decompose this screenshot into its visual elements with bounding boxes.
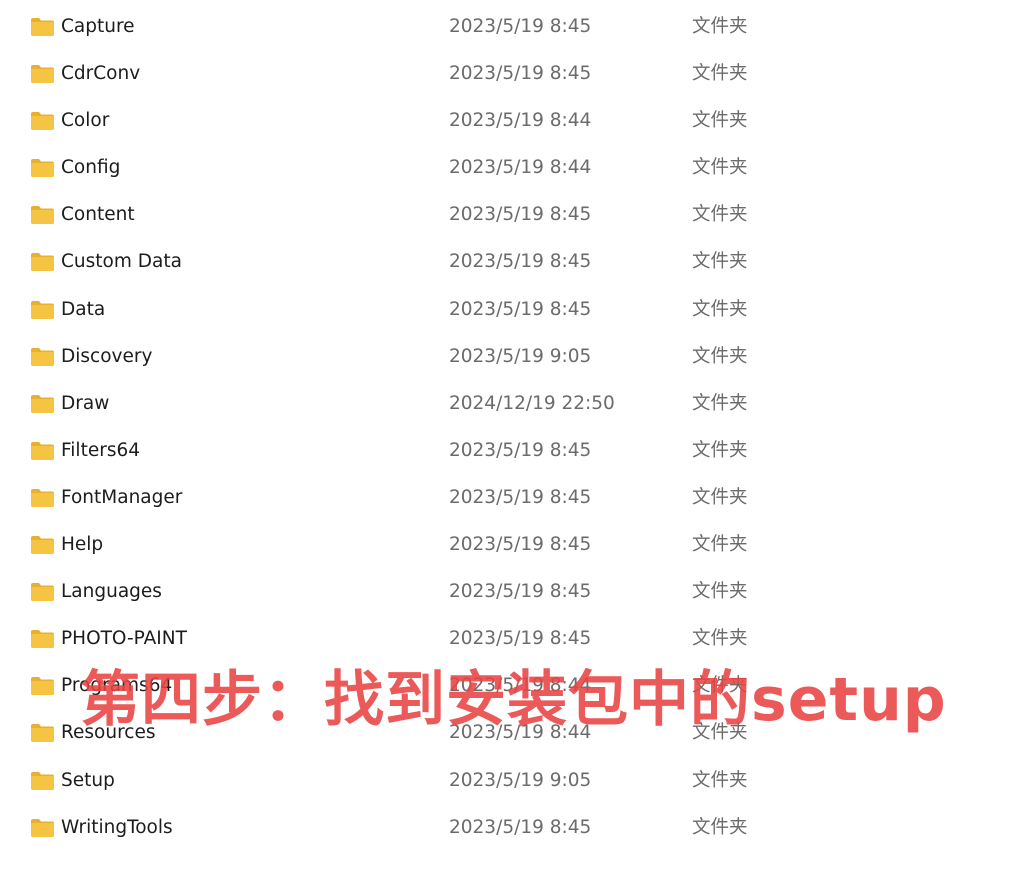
list-item[interactable]: Help 2023/5/19 8:45 文件夹: [0, 522, 1026, 569]
folder-icon: [31, 677, 54, 696]
file-type: 文件夹: [692, 110, 748, 132]
folder-icon: [31, 112, 54, 131]
modified-date: 2023/5/19 8:44: [449, 157, 592, 179]
list-item[interactable]: Data 2023/5/19 8:45 文件夹: [0, 287, 1026, 334]
list-item[interactable]: Content 2023/5/19 8:45 文件夹: [0, 192, 1026, 239]
folder-icon: [31, 347, 54, 366]
file-type: 文件夹: [692, 16, 748, 37]
file-type: 文件夹: [692, 769, 748, 791]
file-name: Discovery: [61, 345, 153, 367]
folder-icon: [31, 18, 54, 36]
file-type: 文件夹: [692, 439, 748, 461]
modified-date: 2023/5/19 8:45: [449, 63, 592, 85]
folder-icon: [31, 630, 54, 649]
list-item[interactable]: Filters64 2023/5/19 8:45 文件夹: [0, 428, 1026, 475]
modified-date: 2023/5/19 8:45: [449, 534, 592, 556]
list-item[interactable]: Color 2023/5/19 8:44 文件夹: [0, 98, 1026, 145]
modified-date: 2023/5/19 8:44: [449, 110, 592, 132]
modified-date: 2023/5/19 8:45: [449, 16, 592, 37]
file-name: Color: [61, 110, 110, 132]
folder-icon: [31, 771, 54, 790]
folder-icon: [31, 818, 54, 837]
step-caption: 第四步：找到安装包中的setup: [80, 665, 947, 735]
modified-date: 2023/5/19 8:45: [449, 439, 592, 461]
folder-icon: [31, 488, 54, 507]
modified-date: 2023/5/19 8:45: [449, 628, 592, 650]
file-name: Data: [61, 298, 106, 320]
list-item[interactable]: Capture 2023/5/19 8:45 文件夹: [0, 4, 1026, 51]
folder-icon: [31, 441, 54, 460]
list-item[interactable]: Custom Data 2023/5/19 8:45 文件夹: [0, 239, 1026, 286]
list-item[interactable]: WritingTools 2023/5/19 8:45 文件夹: [0, 805, 1026, 852]
folder-icon: [31, 65, 54, 84]
file-name: Languages: [61, 581, 162, 603]
file-type: 文件夹: [692, 628, 748, 650]
list-item[interactable]: Languages 2023/5/19 8:45 文件夹: [0, 569, 1026, 616]
folder-icon: [31, 536, 54, 555]
list-item[interactable]: FontManager 2023/5/19 8:45 文件夹: [0, 475, 1026, 522]
folder-icon: [31, 253, 54, 272]
file-name: Help: [61, 534, 104, 556]
file-name: Draw: [61, 392, 110, 414]
file-type: 文件夹: [692, 816, 748, 838]
list-item[interactable]: PHOTO-PAINT 2023/5/19 8:45 文件夹: [0, 616, 1026, 663]
list-item[interactable]: Discovery 2023/5/19 9:05 文件夹: [0, 334, 1026, 381]
modified-date: 2023/5/19 8:45: [449, 486, 592, 508]
folder-icon: [31, 724, 54, 743]
list-item[interactable]: CdrConv 2023/5/19 8:45 文件夹: [0, 51, 1026, 98]
file-name: WritingTools: [61, 816, 173, 838]
file-name: Content: [61, 204, 135, 226]
file-name: Filters64: [61, 439, 140, 461]
file-name: FontManager: [61, 486, 183, 508]
file-name: Setup: [61, 769, 115, 791]
folder-icon: [31, 159, 54, 178]
file-type: 文件夹: [692, 345, 748, 367]
modified-date: 2023/5/19 8:45: [449, 581, 592, 603]
folder-icon: [31, 300, 54, 319]
file-name: Custom Data: [61, 251, 182, 273]
file-type: 文件夹: [692, 392, 748, 414]
file-type: 文件夹: [692, 157, 748, 179]
file-type: 文件夹: [692, 581, 748, 603]
modified-date: 2023/5/19 8:45: [449, 251, 592, 273]
list-item[interactable]: Config 2023/5/19 8:44 文件夹: [0, 145, 1026, 192]
file-name: Capture: [61, 16, 135, 37]
modified-date: 2023/5/19 8:45: [449, 204, 592, 226]
modified-date: 2023/5/19 9:05: [449, 345, 592, 367]
file-name: Config: [61, 157, 121, 179]
file-type: 文件夹: [692, 63, 748, 85]
file-type: 文件夹: [692, 486, 748, 508]
modified-date: 2023/5/19 9:05: [449, 769, 592, 791]
file-type: 文件夹: [692, 204, 748, 226]
file-type: 文件夹: [692, 534, 748, 556]
folder-icon: [31, 206, 54, 225]
modified-date: 2023/5/19 8:45: [449, 298, 592, 320]
file-name: PHOTO-PAINT: [61, 628, 187, 650]
file-name: CdrConv: [61, 63, 141, 85]
list-item[interactable]: Draw 2024/12/19 22:50 文件夹: [0, 381, 1026, 428]
file-type: 文件夹: [692, 251, 748, 273]
list-item[interactable]: Setup 2023/5/19 9:05 文件夹: [0, 758, 1026, 805]
modified-date: 2023/5/19 8:45: [449, 816, 592, 838]
file-type: 文件夹: [692, 298, 748, 320]
folder-icon: [31, 583, 54, 602]
folder-icon: [31, 394, 54, 413]
modified-date: 2024/12/19 22:50: [449, 392, 615, 414]
